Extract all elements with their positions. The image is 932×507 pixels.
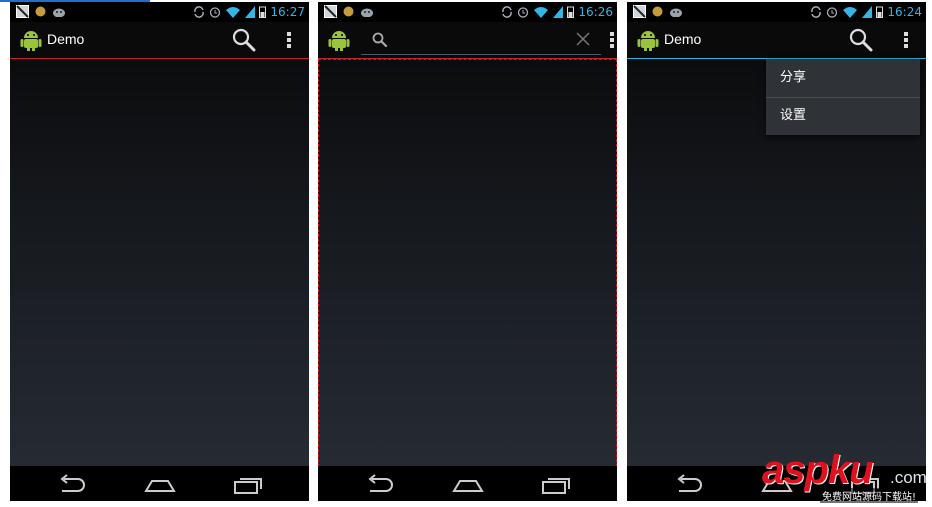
android-bot-icon [670, 8, 682, 17]
alarm-icon [210, 7, 221, 18]
search-view [361, 26, 601, 55]
watermark-tagline: 免费网站源码下载站! [820, 488, 919, 503]
android-bot-icon [53, 8, 65, 17]
phone-screen-search: 16:26 [318, 2, 617, 501]
search-hint-icon [372, 32, 388, 48]
app-android-icon[interactable] [637, 28, 659, 52]
alarm-icon [827, 7, 838, 18]
notification-dot-icon [343, 6, 354, 17]
back-icon[interactable] [673, 473, 705, 495]
phone-screen-menu: 16:24 Demo 分享 设置 [627, 2, 926, 501]
home-icon[interactable] [452, 473, 484, 495]
notification-photo-icon [633, 5, 646, 18]
recent-apps-icon[interactable] [232, 473, 264, 495]
search-icon[interactable] [849, 28, 873, 52]
android-bot-icon [361, 8, 373, 17]
notification-dot-icon [35, 6, 46, 17]
search-input[interactable] [391, 30, 565, 50]
alarm-icon [518, 7, 529, 18]
signal-icon [553, 6, 564, 18]
sync-icon [811, 6, 822, 18]
battery-icon [259, 6, 267, 18]
app-title: Demo [47, 31, 85, 47]
action-bar: Demo [627, 22, 926, 58]
notification-photo-icon [16, 5, 29, 18]
overflow-menu-icon[interactable] [901, 30, 911, 50]
notification-dot-icon [652, 6, 663, 17]
action-bar [318, 22, 617, 58]
menu-item-share[interactable]: 分享 [766, 59, 920, 97]
back-icon[interactable] [364, 473, 396, 495]
app-title: Demo [664, 31, 702, 47]
content-area [10, 59, 309, 466]
sync-icon [194, 6, 205, 18]
close-icon[interactable] [575, 31, 591, 47]
watermark-domain-suffix: .com [890, 468, 927, 487]
battery-icon [876, 6, 884, 18]
status-time: 16:27 [270, 5, 305, 19]
status-bar: 16:27 [10, 2, 309, 22]
home-icon[interactable] [144, 473, 176, 495]
watermark-brand: aspku [762, 448, 874, 492]
navigation-bar [318, 466, 617, 501]
overflow-menu-icon[interactable] [284, 30, 294, 50]
status-bar: 16:26 [318, 2, 617, 22]
recent-apps-icon[interactable] [540, 473, 572, 495]
wifi-icon [534, 7, 549, 18]
wifi-icon [843, 7, 858, 18]
overflow-menu-icon[interactable] [607, 30, 617, 50]
content-area [318, 59, 617, 466]
phone-screen-default: 16:27 Demo [10, 2, 309, 501]
status-bar: 16:24 [627, 2, 926, 22]
app-android-icon[interactable] [20, 28, 42, 52]
signal-icon [862, 6, 873, 18]
watermark-logo: aspku .com 免费网站源码下载站! [762, 448, 930, 504]
search-icon[interactable] [232, 28, 256, 52]
action-bar: Demo [10, 22, 309, 58]
menu-item-settings[interactable]: 设置 [766, 97, 920, 135]
status-time: 16:24 [887, 5, 922, 19]
overflow-dropdown-menu: 分享 设置 [766, 59, 920, 135]
sync-icon [502, 6, 513, 18]
battery-icon [567, 6, 575, 18]
back-icon[interactable] [56, 473, 88, 495]
status-time: 16:26 [578, 5, 613, 19]
notification-photo-icon [324, 5, 337, 18]
app-android-icon[interactable] [328, 28, 350, 52]
wifi-icon [226, 7, 241, 18]
signal-icon [245, 6, 256, 18]
navigation-bar [10, 466, 309, 501]
